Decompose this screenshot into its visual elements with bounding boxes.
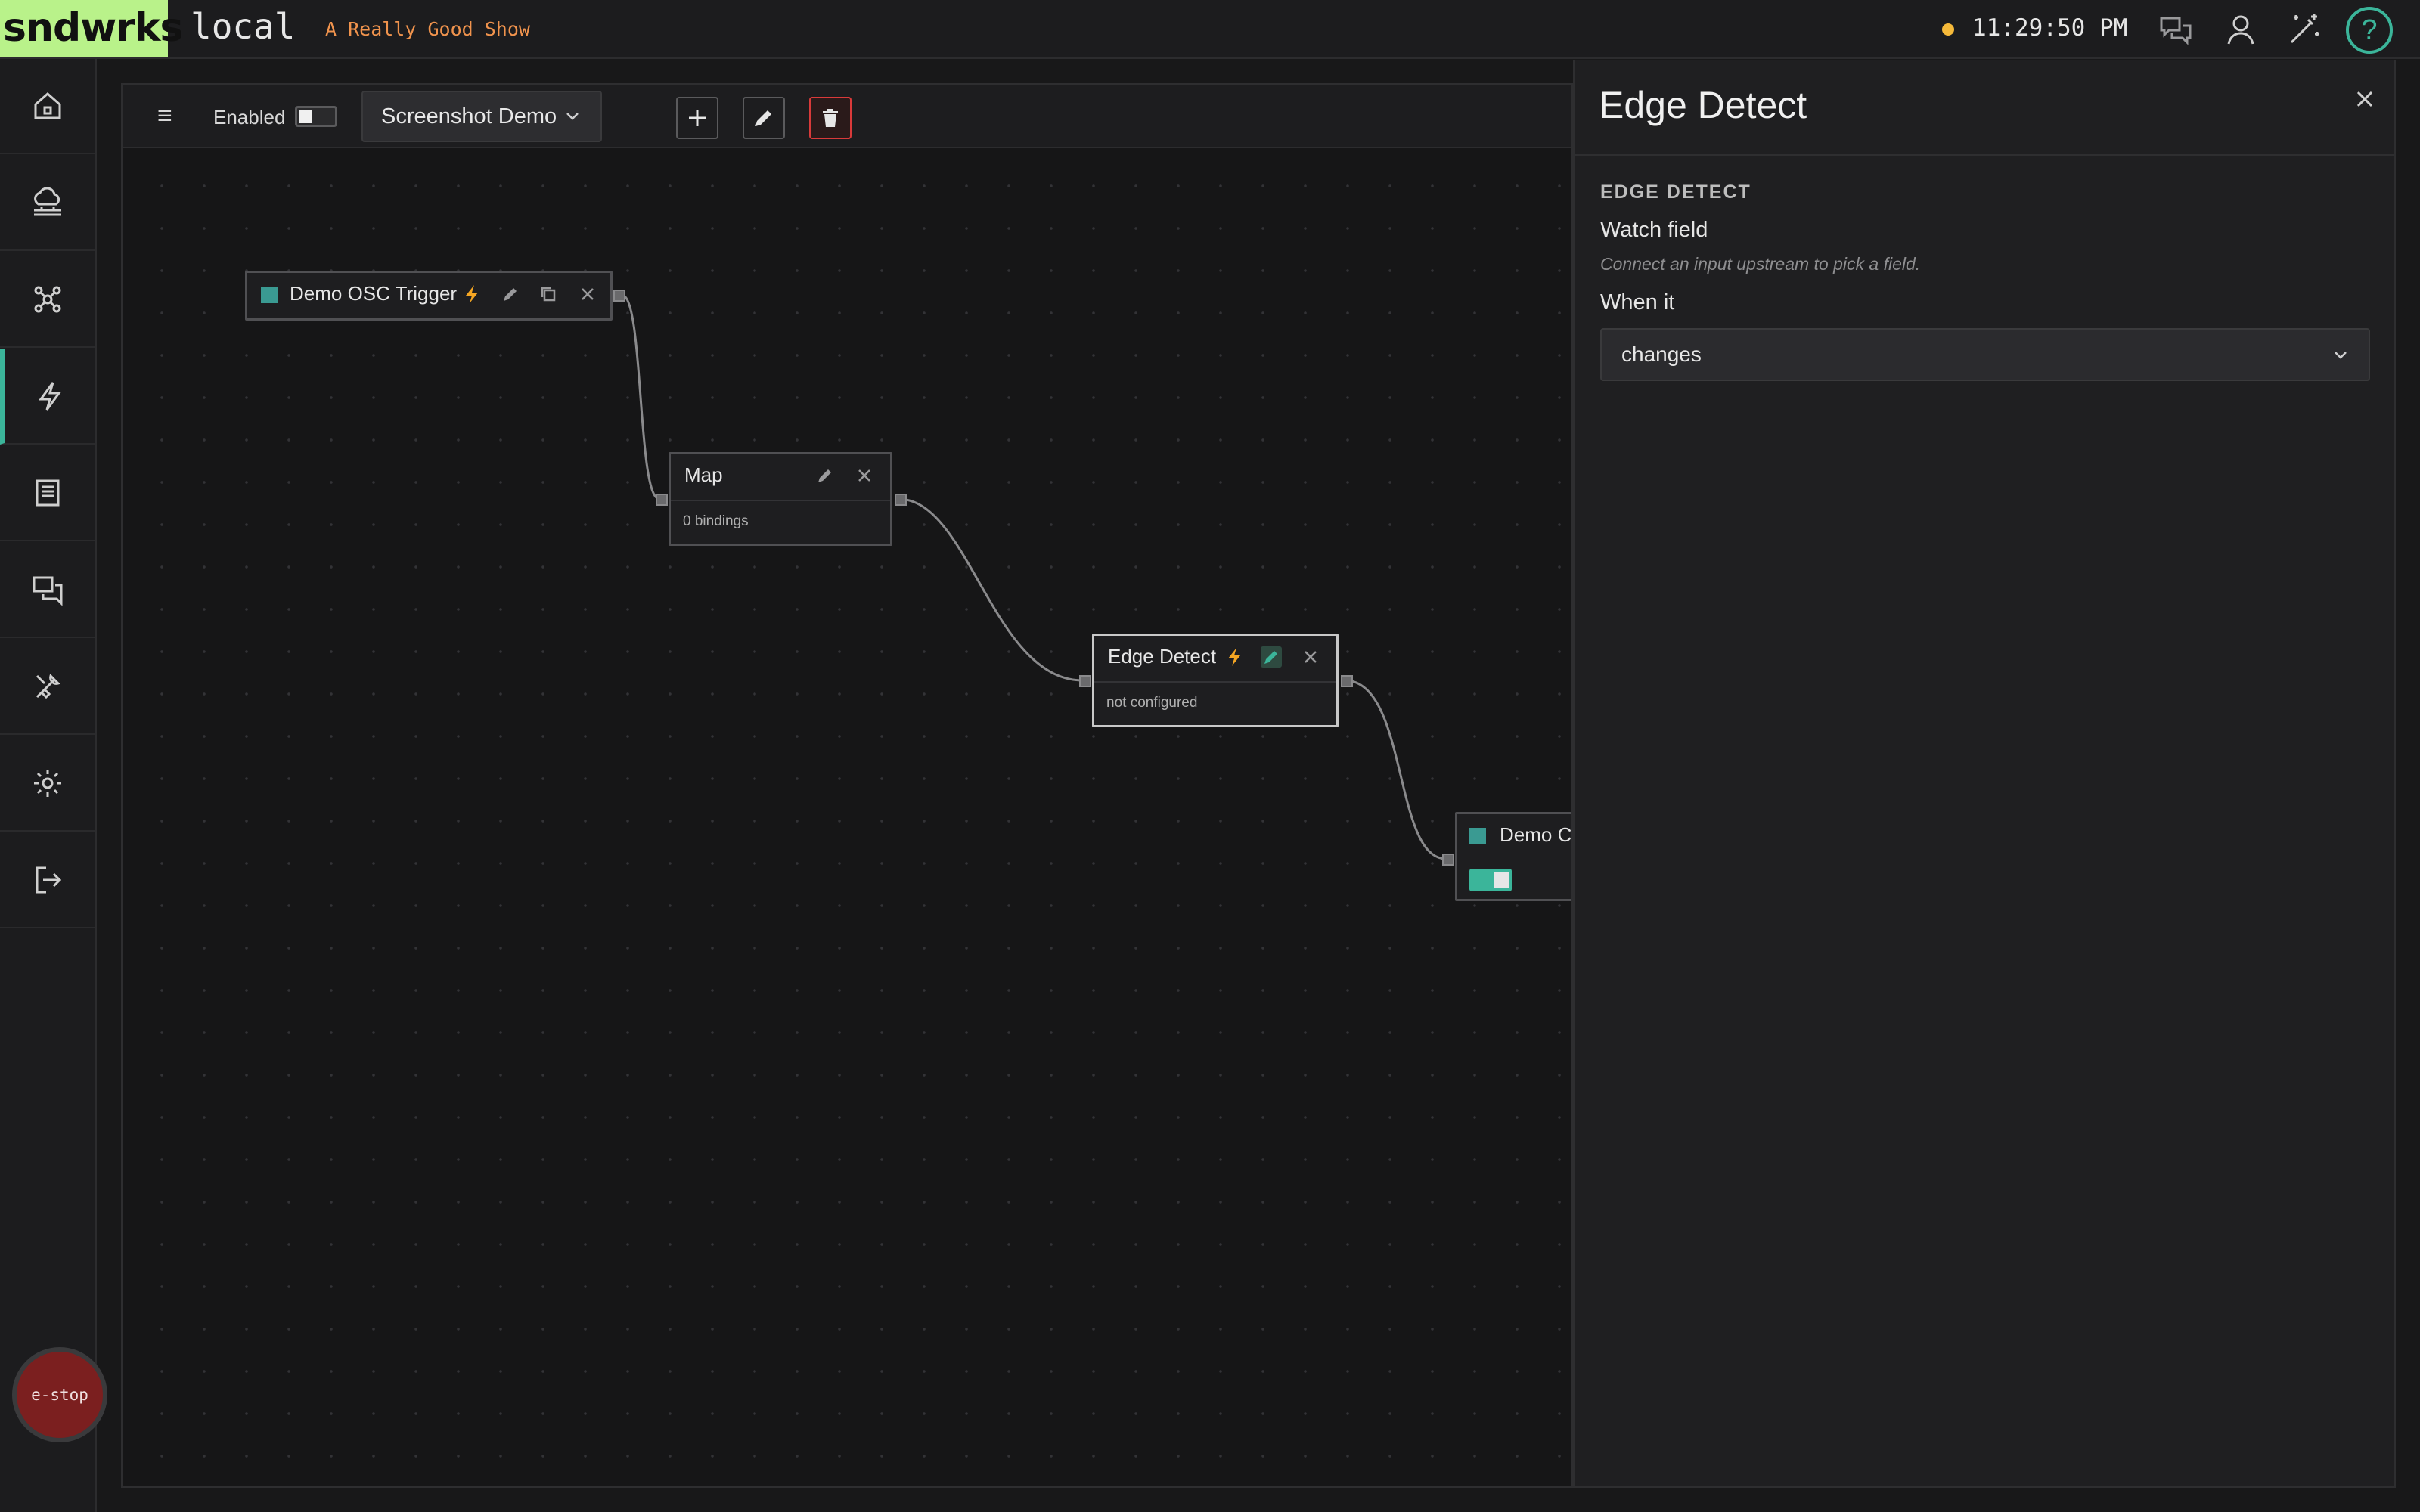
connection-status-dot <box>1942 23 1954 36</box>
node-title: Edge Detect <box>1108 645 1217 668</box>
tools-icon <box>36 674 60 699</box>
node-header: Edge Detect <box>1094 636 1336 678</box>
nav-network[interactable] <box>0 156 95 251</box>
node-toggle[interactable] <box>1469 869 1512 891</box>
nav-screens[interactable] <box>0 543 95 638</box>
lightning-icon <box>1224 646 1246 668</box>
node-title: Map <box>684 463 723 486</box>
node-subtitle: not configured <box>1106 695 1198 711</box>
chat-icon[interactable] <box>2157 11 2195 48</box>
nav-tools[interactable] <box>0 640 95 735</box>
lightning-icon <box>39 382 61 411</box>
toggle-knob <box>1494 872 1509 888</box>
when-it-select[interactable]: changes <box>1600 328 2370 381</box>
pencil-icon[interactable] <box>500 284 521 305</box>
when-it-value: changes <box>1621 342 1702 366</box>
node-header: Map <box>671 454 890 497</box>
node-edge-detect[interactable]: Edge Detect not configured <box>1079 634 1353 727</box>
input-port[interactable] <box>1079 675 1091 687</box>
wire-trigger-map <box>621 293 660 500</box>
nav-graph[interactable] <box>0 253 95 348</box>
close-icon[interactable] <box>577 284 598 305</box>
node-title: Demo Co <box>1500 823 1572 846</box>
watch-field-help: Connect an input upstream to pick a fiel… <box>1600 254 1921 274</box>
nav-documents[interactable] <box>0 446 95 541</box>
node-body: 0 bindings <box>671 500 890 544</box>
close-icon[interactable] <box>1300 646 1321 668</box>
pencil-icon[interactable] <box>814 465 836 486</box>
nav-automations[interactable] <box>0 349 95 445</box>
nav-home[interactable] <box>0 59 95 154</box>
app-logo[interactable]: sndwrks <box>0 0 183 57</box>
document-icon <box>36 479 60 507</box>
node-demo-co[interactable]: Demo Co <box>1442 812 1572 901</box>
output-port[interactable] <box>1341 675 1353 687</box>
section-heading: EDGE DETECT <box>1600 181 1751 203</box>
environment-label: local <box>191 6 296 47</box>
panel-divider <box>1575 154 2394 156</box>
user-icon[interactable] <box>2222 11 2260 48</box>
nav-logout[interactable] <box>0 833 95 928</box>
wire-map-edge <box>898 497 1084 682</box>
close-icon[interactable] <box>2352 86 2378 112</box>
sidebar <box>0 59 97 1512</box>
help-icon[interactable]: ? <box>2346 7 2393 54</box>
node-subtitle: 0 bindings <box>683 513 749 529</box>
logout-icon <box>36 866 62 894</box>
wire-edge-demo <box>1344 679 1447 860</box>
output-port[interactable] <box>613 290 625 302</box>
duplicate-icon[interactable] <box>538 284 559 305</box>
estop-button[interactable]: e-stop <box>12 1347 107 1442</box>
cloud-network-icon <box>34 187 61 216</box>
close-icon[interactable] <box>854 465 875 486</box>
node-map[interactable]: Map 0 bindings <box>656 452 907 546</box>
node-color-swatch <box>1469 828 1486 844</box>
clock: 11:29:50 PM <box>1972 14 2128 42</box>
flow-canvas[interactable]: ≡ Enabled Screenshot Demo Demo OSC Trigg… <box>121 83 1573 1488</box>
node-title: Demo OSC Trigger <box>290 282 458 305</box>
chevron-down-icon <box>2335 352 2347 359</box>
home-icon <box>34 92 61 119</box>
input-port[interactable] <box>1442 854 1454 866</box>
watch-field-label: Watch field <box>1600 218 1708 242</box>
nav-settings[interactable] <box>0 736 95 832</box>
input-port[interactable] <box>656 494 668 506</box>
pencil-icon[interactable] <box>1261 646 1282 668</box>
lightning-icon <box>462 284 483 305</box>
gear-icon <box>34 770 61 797</box>
when-it-label: When it <box>1600 290 1675 314</box>
node-settings-panel: Edge Detect EDGE DETECT Watch field Conn… <box>1573 60 2396 1488</box>
graph-icon <box>34 286 61 313</box>
show-name[interactable]: A Really Good Show <box>325 18 530 40</box>
panel-title: Edge Detect <box>1599 84 1807 126</box>
output-port[interactable] <box>895 494 907 506</box>
top-bar: sndwrks local A Really Good Show 11:29:5… <box>0 0 2420 59</box>
node-body: not configured <box>1094 681 1336 725</box>
node-demo-osc-trigger[interactable]: Demo OSC Trigger <box>245 271 625 321</box>
chat-screens-icon <box>33 576 63 606</box>
magic-wand-icon[interactable] <box>2285 11 2323 48</box>
app-root: sndwrks local A Really Good Show 11:29:5… <box>0 0 2420 1512</box>
node-color-swatch <box>261 287 278 303</box>
